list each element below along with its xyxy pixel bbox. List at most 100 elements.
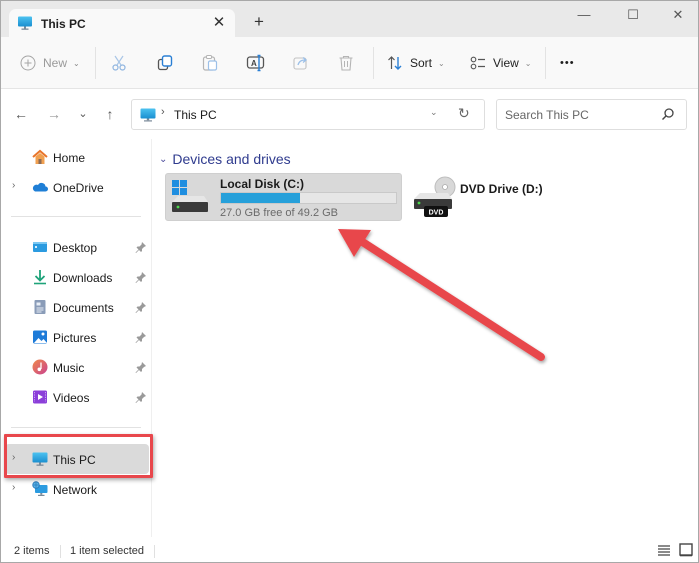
sidebar-item-onedrive[interactable]: › OneDrive — [5, 172, 149, 202]
sort-button[interactable]: Sort ⌄ — [387, 51, 445, 75]
group-title: Devices and drives — [172, 151, 291, 167]
command-bar: New ⌄ A Sort ⌄ View ⌄ ••• — [1, 37, 698, 89]
chevron-down-icon: ⌄ — [524, 58, 532, 68]
up-button[interactable]: ↑ — [99, 105, 121, 125]
share-icon — [293, 57, 308, 70]
cut-button[interactable] — [110, 51, 128, 75]
drive-local-disk-c[interactable]: Local Disk (C:) 27.0 GB free of 49.2 GB — [165, 173, 402, 221]
pin-icon[interactable] — [135, 241, 147, 253]
rename-button[interactable]: A — [246, 51, 266, 75]
recent-locations-button[interactable]: ⌄ — [72, 105, 94, 125]
sidebar-item-this-pc[interactable]: › This PC — [5, 444, 149, 474]
new-label: New — [43, 56, 68, 70]
sidebar-item-label: Documents — [53, 301, 114, 315]
monitor-icon — [140, 108, 156, 122]
delete-button[interactable] — [338, 51, 354, 75]
copy-button[interactable] — [156, 51, 174, 75]
sidebar-item-downloads[interactable]: Downloads — [5, 262, 149, 292]
documents-icon — [34, 300, 46, 314]
minimize-button[interactable]: — — [569, 5, 599, 25]
maximize-button[interactable]: ☐ — [618, 5, 648, 25]
title-bar: This PC ✕ + — ☐ ✕ — [1, 1, 698, 39]
sidebar-item-label: Downloads — [53, 271, 113, 285]
sidebar-item-documents[interactable]: Documents — [5, 292, 149, 322]
close-tab-button[interactable]: ✕ — [207, 12, 231, 34]
sort-icon — [388, 56, 402, 70]
music-icon — [32, 359, 48, 375]
pin-icon[interactable] — [135, 331, 147, 343]
group-header-devices-and-drives[interactable]: ⌄ Devices and drives — [159, 151, 291, 167]
address-bar[interactable]: › This PC ⌄ ↻ — [131, 99, 485, 130]
drive-usage-bar — [220, 192, 397, 204]
sidebar-item-videos[interactable]: Videos — [5, 382, 149, 412]
back-button[interactable]: ← — [10, 105, 32, 125]
chevron-down-icon: ⌄ — [438, 58, 445, 68]
tab-title: This PC — [41, 17, 86, 31]
search-icon[interactable] — [661, 107, 675, 121]
sidebar-divider — [11, 216, 141, 217]
divider — [95, 47, 96, 79]
pin-icon[interactable] — [135, 391, 147, 403]
pictures-icon — [33, 330, 47, 344]
videos-icon — [33, 390, 47, 404]
forward-button[interactable]: → — [43, 105, 65, 125]
search-input[interactable] — [497, 100, 657, 129]
new-button[interactable]: New ⌄ — [20, 51, 80, 75]
divider — [60, 545, 61, 558]
pin-icon[interactable] — [135, 301, 147, 313]
file-explorer-window: This PC ✕ + — ☐ ✕ New ⌄ A Sort ⌄ View ⌄ … — [0, 0, 699, 563]
chevron-right-icon[interactable]: › — [12, 180, 15, 191]
refresh-button[interactable]: ↻ — [458, 105, 470, 122]
navigation-pane: Home › OneDrive Desktop Downloads Docume… — [1, 139, 152, 537]
sidebar-item-desktop[interactable]: Desktop — [5, 232, 149, 262]
svg-text:A: A — [251, 59, 257, 68]
chevron-right-icon[interactable]: › — [12, 482, 15, 493]
divider — [545, 47, 546, 79]
drive-dvd-d[interactable]: DVD DVD Drive (D:) — [406, 173, 576, 221]
sidebar-item-label: This PC — [53, 453, 96, 467]
tab-this-pc[interactable]: This PC ✕ — [9, 9, 235, 39]
plus-circle-icon — [20, 55, 36, 71]
breadcrumb-this-pc[interactable]: This PC — [174, 108, 217, 122]
sidebar-divider — [11, 427, 141, 428]
drive-name: Local Disk (C:) — [220, 177, 305, 191]
sidebar-item-network[interactable]: › Network — [5, 474, 149, 504]
address-dropdown-button[interactable]: ⌄ — [430, 107, 438, 118]
onedrive-cloud-icon — [32, 182, 48, 192]
chevron-right-icon[interactable]: › — [12, 452, 15, 463]
more-options-button[interactable]: ••• — [560, 51, 575, 75]
home-icon — [32, 149, 48, 164]
copy-icon — [157, 55, 173, 71]
view-button[interactable]: View ⌄ — [470, 51, 532, 75]
pin-icon[interactable] — [135, 361, 147, 373]
pin-icon[interactable] — [135, 271, 147, 283]
search-box — [496, 99, 687, 130]
sidebar-item-label: Home — [53, 151, 86, 165]
breadcrumb-separator: › — [161, 106, 165, 118]
sidebar-item-pictures[interactable]: Pictures — [5, 322, 149, 352]
rename-icon: A — [246, 54, 265, 72]
sidebar-item-label: OneDrive — [53, 181, 104, 195]
downloads-icon — [34, 270, 46, 285]
new-tab-button[interactable]: + — [247, 12, 271, 34]
details-view-icon[interactable] — [656, 542, 672, 558]
large-icons-view-icon[interactable] — [678, 542, 694, 558]
sidebar-item-music[interactable]: Music — [5, 352, 149, 382]
paste-button[interactable] — [201, 51, 219, 75]
content-pane: ⌄ Devices and drives Local Disk (C:) 27.… — [153, 139, 698, 537]
sidebar-item-label: Desktop — [53, 241, 98, 255]
view-icon — [470, 56, 485, 70]
sort-label: Sort — [410, 56, 433, 70]
drive-name: DVD Drive (D:) — [460, 182, 543, 196]
close-window-button[interactable]: ✕ — [663, 5, 693, 25]
sidebar-item-label: Pictures — [53, 331, 97, 345]
monitor-icon — [32, 452, 48, 466]
share-button[interactable] — [292, 51, 310, 75]
drive-free-space: 27.0 GB free of 49.2 GB — [220, 207, 339, 219]
sidebar-item-label: Network — [53, 483, 98, 497]
ellipsis-icon: ••• — [560, 57, 575, 69]
navigation-bar: ← → ⌄ ↑ › This PC ⌄ ↻ — [1, 89, 698, 139]
sidebar-item-home[interactable]: Home — [5, 142, 149, 172]
selection-count: 1 item selected — [70, 545, 144, 557]
chevron-down-icon: ⌄ — [73, 58, 80, 68]
